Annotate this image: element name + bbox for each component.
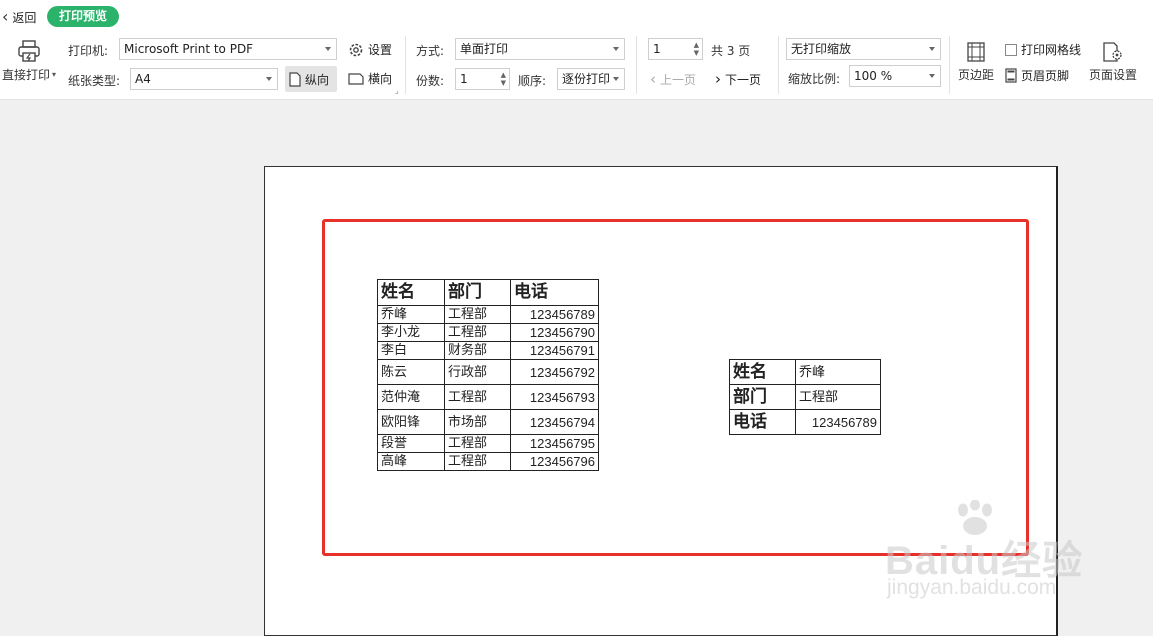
settings-label: 设置 [368,43,393,57]
expand-corner-icon[interactable]: ⌟ [395,86,399,95]
zoom-label: 缩放比例: [788,72,841,86]
zoom-select[interactable]: 100 % [849,65,941,87]
paper-type-select[interactable]: A4 [130,68,278,90]
printer-settings-button[interactable]: 设置 [348,41,392,58]
back-button[interactable]: ‹ 返回 [2,8,36,26]
order-select[interactable]: 逐份打印 [557,68,625,90]
mode-select[interactable]: 单面打印 [455,38,625,60]
portrait-button[interactable]: 纵向 [285,66,337,92]
portrait-page-icon [289,71,301,87]
next-page-label: 下一页 [725,72,762,87]
order-label: 顺序: [518,74,547,88]
landscape-page-icon [348,72,364,85]
header-footer-label: 页眉页脚 [1021,69,1070,83]
landscape-button[interactable]: 横向 [348,70,392,87]
total-pages-text: 共 3 页 [711,44,751,58]
next-page-button[interactable]: › 下一页 [715,70,761,88]
page-number-value: 1 [653,42,661,56]
divider [949,36,950,94]
margins-label: 页边距 [957,68,994,82]
copies-label: 份数: [416,74,445,88]
prev-page-label: 上一页 [660,72,697,87]
copies-value: 1 [460,72,468,86]
header-footer-button[interactable]: 页眉页脚 [1005,67,1069,84]
gridlines-checkbox[interactable]: 打印网格线 [1005,41,1081,58]
stepper-arrows-icon[interactable]: ▲ ▼ [694,41,699,57]
print-preview-badge: 打印预览 [47,6,120,27]
toolbar: ‹ 返回 打印预览 直接打印 ▾ 打印机: Microsoft Print to… [0,0,1153,100]
scale-mode-select[interactable]: 无打印缩放 [786,38,941,60]
paper-type-label: 纸张类型: [68,74,121,88]
gear-icon [349,43,363,56]
printer-label: 打印机: [68,44,109,58]
margins-icon [967,42,985,62]
printer-icon [18,40,40,62]
page-setup-icon [1103,42,1122,62]
chevron-left-icon: ‹ [650,70,656,88]
divider [636,36,637,94]
direct-print-button[interactable]: 直接打印 ▾ [0,40,58,83]
landscape-label: 横向 [368,72,393,86]
prev-page-button[interactable]: ‹ 上一页 [650,70,696,88]
chevron-right-icon: › [715,70,721,88]
divider [778,36,779,94]
printer-select[interactable]: Microsoft Print to PDF [119,38,337,60]
watermark-url: jingyan.baidu.com [887,576,1057,599]
stepper-arrows-icon[interactable]: ▲ ▼ [501,71,506,87]
header-footer-icon [1005,68,1017,83]
watermark: Baidu经验 jingyan.baidu.com [885,500,1095,610]
dropdown-caret-icon: ▾ [52,70,57,79]
chevron-left-icon: ‹ [2,7,9,26]
page-setup-button[interactable]: 页面设置 [1086,42,1140,83]
gridlines-label: 打印网格线 [1021,43,1082,57]
divider [405,36,406,94]
portrait-label: 纵向 [305,72,330,87]
checkbox-icon[interactable] [1005,43,1017,56]
margins-button[interactable]: 页边距 [956,42,996,83]
mode-label: 方式: [416,44,445,58]
back-label: 返回 [12,10,37,25]
page-setup-label: 页面设置 [1088,68,1137,82]
direct-print-label: 直接打印 [1,68,50,82]
page-number-stepper[interactable]: 1 ▲ ▼ [648,38,703,60]
copies-stepper[interactable]: 1 ▲ ▼ [455,68,510,90]
